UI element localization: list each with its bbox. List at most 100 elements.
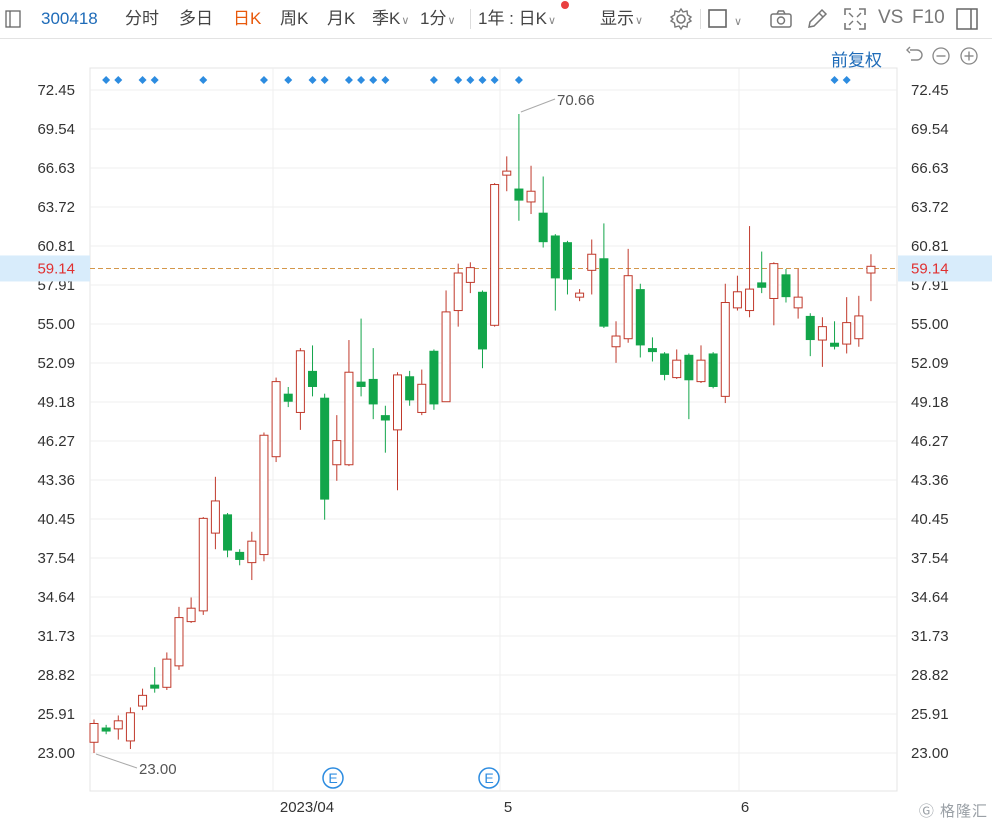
candle-body-up [332, 440, 342, 466]
tab-monthly-k[interactable]: 月K [327, 8, 355, 30]
y-tick-label-right: 40.45 [911, 511, 949, 528]
candle-body-down [235, 551, 245, 560]
panel-icon[interactable] [954, 6, 980, 32]
signal-dot [842, 76, 851, 84]
candle-body-up [113, 720, 123, 730]
display-label: 显示 [600, 9, 634, 28]
candle-body-up [490, 184, 500, 326]
signal-dot [150, 76, 159, 84]
y-tick-label-left: 49.18 [37, 394, 75, 411]
x-tick-label: 2023/04 [280, 799, 334, 816]
watermark-text: 格隆汇 [939, 803, 988, 820]
candle-body-up [696, 359, 706, 383]
signal-dot [114, 76, 123, 84]
pen-icon[interactable] [804, 6, 830, 32]
candle-body-up [138, 694, 148, 707]
y-tick-label-right: 52.09 [911, 355, 949, 372]
tab-intraday[interactable]: 分时 [125, 8, 159, 30]
signal-dot [514, 76, 523, 84]
candle-body-down [538, 212, 548, 243]
candlestick-chart[interactable]: 72.45 72.45 69.54 69.54 66.63 66.63 63.72 63.72… [0, 38, 992, 825]
divider [700, 9, 701, 29]
event-marker-label: E [484, 770, 493, 786]
y-tick-label-right: 31.73 [911, 628, 949, 645]
plot-frame [89, 67, 898, 792]
candle-body-up [842, 322, 852, 345]
display-dropdown[interactable]: 显示∨ [600, 8, 643, 32]
y-tick-label-left: 25.91 [37, 706, 75, 723]
minute-dropdown[interactable]: 1分∨ [420, 8, 456, 32]
stock-code[interactable]: 300418 [41, 8, 98, 30]
candle-body-up [575, 292, 585, 298]
range-label: 1年 : 日K [478, 9, 547, 28]
min-price-leader [95, 753, 138, 769]
y-tick-label-left: 28.82 [37, 667, 75, 684]
signal-dot [429, 76, 438, 84]
candle-body-up [587, 253, 597, 271]
y-tick-label-left: 69.54 [37, 121, 75, 138]
signal-dot [357, 76, 366, 84]
x-tick-label: 6 [741, 799, 749, 816]
season-k-dropdown[interactable]: 季K∨ [372, 8, 409, 32]
vs-button[interactable]: VS [878, 7, 903, 29]
event-marker-label: E [328, 770, 337, 786]
y-tick-label-left: 37.54 [37, 550, 75, 567]
candle-body-up [186, 607, 196, 623]
y-tick-label-right: 63.72 [911, 199, 949, 216]
chevron-down-icon: ∨ [635, 15, 644, 27]
camera-icon[interactable] [768, 6, 794, 32]
signal-dot [344, 76, 353, 84]
fullscreen-icon[interactable] [842, 6, 868, 32]
y-tick-label-left: 52.09 [37, 355, 75, 372]
signal-dot [284, 76, 293, 84]
candle-body-down [708, 353, 718, 387]
signal-dot [490, 76, 499, 84]
tab-weekly-k[interactable]: 周K [280, 8, 308, 30]
candle-body-down [101, 727, 111, 732]
candle-body-up [526, 190, 536, 203]
candle-body-down [562, 242, 572, 280]
candle-body-up [793, 296, 803, 309]
square-icon[interactable] [4, 9, 22, 29]
candle-body-up [720, 302, 730, 397]
signal-dot [102, 76, 111, 84]
candle-body-up [259, 434, 269, 556]
y-tick-label-right: 66.63 [911, 160, 949, 177]
signal-dot [478, 76, 487, 84]
candle-body-down [514, 188, 524, 201]
candle-body-up [210, 500, 220, 534]
tab-multi-day[interactable]: 多日 [179, 8, 213, 30]
f10-button[interactable]: F10 [912, 7, 945, 29]
watermark: Ⓖ 格隆汇 [918, 803, 988, 820]
range-dropdown[interactable]: 1年 : 日K∨ [478, 8, 556, 32]
gear-icon[interactable] [668, 6, 694, 32]
rectangle-icon[interactable] [706, 6, 732, 32]
min-price-label: 23.00 [139, 761, 177, 778]
chevron-down-icon[interactable]: ∨ [733, 9, 742, 33]
y-tick-label-left: 60.81 [37, 238, 75, 255]
candle-body-down [477, 291, 487, 350]
candle-body-down [429, 350, 439, 405]
max-price-label: 70.66 [557, 92, 595, 109]
candle-body-down [684, 354, 694, 381]
candle-body-down [320, 397, 330, 500]
candle-body-down [405, 376, 415, 401]
candle-body-up [417, 383, 427, 413]
y-tick-label-left: 43.36 [37, 472, 75, 489]
notification-dot [561, 1, 569, 9]
candle-body-down [223, 514, 233, 551]
y-tick-label-right: 72.45 [911, 82, 949, 99]
y-tick-label-right: 60.81 [911, 238, 949, 255]
candle-body-up [393, 374, 402, 431]
y-tick-label-left: 31.73 [37, 628, 75, 645]
candle-body-down [283, 393, 293, 402]
candle-body-down [380, 415, 390, 421]
candle-body-up [89, 723, 99, 743]
candle-body-up [125, 712, 135, 742]
candle-body-down [805, 315, 815, 341]
candle-body-up [866, 265, 876, 274]
candle-body-down [660, 353, 670, 375]
y-tick-label-right: 25.91 [911, 706, 949, 723]
y-tick-label-right: 55.00 [911, 316, 949, 333]
tab-daily-k[interactable]: 日K [233, 8, 261, 30]
